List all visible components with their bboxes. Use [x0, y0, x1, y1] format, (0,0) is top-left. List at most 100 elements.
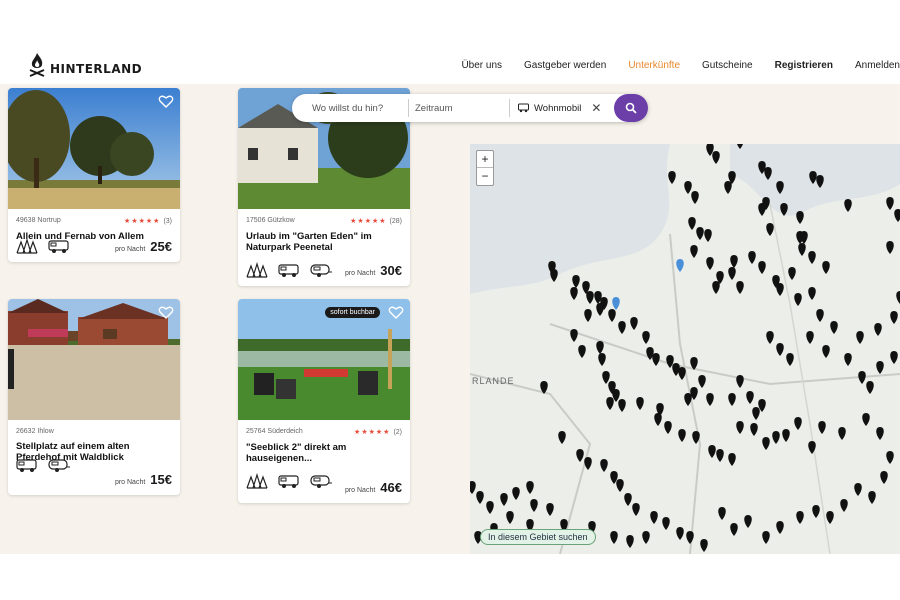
map-marker-icon[interactable]	[806, 331, 814, 344]
map-marker-icon[interactable]	[664, 421, 672, 434]
map-marker-icon[interactable]	[736, 281, 744, 294]
map-marker-icon[interactable]	[691, 191, 699, 204]
map-marker-icon[interactable]	[822, 345, 830, 358]
map-marker-icon[interactable]	[762, 437, 770, 450]
map-marker-icon[interactable]	[700, 539, 708, 552]
map-marker-icon[interactable]	[618, 321, 626, 334]
map-marker-icon[interactable]	[652, 353, 660, 366]
map-marker-icon[interactable]	[794, 417, 802, 430]
nav-login[interactable]: Anmelden	[855, 60, 900, 71]
map-marker-icon[interactable]	[576, 449, 584, 462]
map-marker-icon[interactable]	[886, 451, 894, 464]
nav-accommodations[interactable]: Unterkünfte	[628, 60, 680, 71]
map-marker-icon[interactable]	[584, 457, 592, 470]
map-marker-icon[interactable]	[890, 351, 898, 364]
map-marker-icon[interactable]	[704, 229, 712, 242]
zoom-in-button[interactable]: +	[477, 151, 493, 168]
map-marker-icon[interactable]	[728, 393, 736, 406]
map-marker-icon[interactable]	[776, 521, 784, 534]
map-marker-icon[interactable]	[550, 269, 558, 282]
map-marker-icon[interactable]	[780, 203, 788, 216]
map-marker-icon[interactable]	[730, 255, 738, 268]
map-marker-icon[interactable]	[558, 431, 566, 444]
listing-card[interactable]: sofort buchbar 25764 Süderdeich ★★★★★ (2)…	[238, 299, 410, 503]
map-marker-icon[interactable]	[688, 217, 696, 230]
map-marker-icon[interactable]	[586, 291, 594, 304]
map-marker-icon[interactable]	[744, 515, 752, 528]
listing-title[interactable]: Urlaub im "Garten Eden" im Naturpark Pee…	[238, 225, 410, 253]
map-marker-icon[interactable]	[809, 171, 817, 184]
map-marker-icon[interactable]	[762, 531, 770, 544]
map-marker-icon[interactable]	[526, 481, 534, 494]
map-view[interactable]: + − RLANDE In diesem Gebiet suchen	[470, 144, 900, 554]
map-marker-icon[interactable]	[728, 453, 736, 466]
map-marker-icon[interactable]	[470, 481, 476, 494]
map-marker-icon[interactable]	[476, 491, 484, 504]
map-marker-icon[interactable]	[728, 267, 736, 280]
map-marker-icon[interactable]	[798, 243, 806, 256]
map-marker-icon[interactable]	[724, 181, 732, 194]
map-marker-icon[interactable]	[530, 499, 538, 512]
listing-card[interactable]: 49638 Nortrup ★★★★★ (3) Allein und Fernab…	[8, 88, 180, 262]
map-marker-icon[interactable]	[642, 331, 650, 344]
map-marker-icon[interactable]	[684, 393, 692, 406]
map-marker-icon[interactable]	[632, 503, 640, 516]
map-marker-icon[interactable]	[512, 487, 520, 500]
map-marker-icon[interactable]	[712, 151, 720, 164]
map-marker-icon[interactable]	[596, 341, 604, 354]
map-marker-icon[interactable]	[830, 321, 838, 334]
map-marker-icon[interactable]	[692, 431, 700, 444]
listing-photo[interactable]	[8, 299, 180, 420]
map-marker-icon[interactable]	[708, 445, 716, 458]
map-marker-icon[interactable]	[772, 431, 780, 444]
selected-map-marker-icon[interactable]	[676, 259, 684, 272]
map-marker-icon[interactable]	[808, 441, 816, 454]
map-marker-icon[interactable]	[782, 429, 790, 442]
map-marker-icon[interactable]	[896, 291, 900, 304]
map-marker-icon[interactable]	[540, 381, 548, 394]
map-marker-icon[interactable]	[500, 493, 508, 506]
map-marker-icon[interactable]	[636, 397, 644, 410]
map-marker-icon[interactable]	[808, 287, 816, 300]
map-marker-icon[interactable]	[572, 275, 580, 288]
map-marker-icon[interactable]	[808, 251, 816, 264]
search-button[interactable]	[614, 94, 648, 122]
map-marker-icon[interactable]	[876, 427, 884, 440]
map-marker-icon[interactable]	[730, 523, 738, 536]
map-marker-icon[interactable]	[786, 353, 794, 366]
map-marker-icon[interactable]	[886, 241, 894, 254]
map-marker-icon[interactable]	[630, 317, 638, 330]
map-marker-icon[interactable]	[776, 181, 784, 194]
map-marker-icon[interactable]	[880, 471, 888, 484]
map-marker-icon[interactable]	[596, 303, 604, 316]
search-this-area-button[interactable]: In diesem Gebiet suchen	[480, 529, 596, 545]
map-marker-icon[interactable]	[822, 261, 830, 274]
listing-photo[interactable]	[8, 88, 180, 209]
selected-map-marker-icon[interactable]	[612, 297, 620, 310]
map-marker-icon[interactable]	[854, 483, 862, 496]
nav-vouchers[interactable]: Gutscheine	[702, 60, 753, 71]
map-marker-icon[interactable]	[758, 203, 766, 216]
map-marker-icon[interactable]	[712, 281, 720, 294]
map-marker-icon[interactable]	[816, 175, 824, 188]
map-marker-icon[interactable]	[584, 309, 592, 322]
logo[interactable]: HINTERLAND	[28, 52, 142, 78]
map-marker-icon[interactable]	[826, 511, 834, 524]
map-marker-icon[interactable]	[818, 421, 826, 434]
map-marker-icon[interactable]	[766, 331, 774, 344]
map-marker-icon[interactable]	[796, 511, 804, 524]
map-marker-icon[interactable]	[546, 503, 554, 516]
map-marker-icon[interactable]	[506, 511, 514, 524]
map-marker-icon[interactable]	[840, 499, 848, 512]
map-marker-icon[interactable]	[876, 361, 884, 374]
map-marker-icon[interactable]	[618, 399, 626, 412]
map-marker-icon[interactable]	[752, 407, 760, 420]
map-marker-icon[interactable]	[750, 423, 758, 436]
map-marker-icon[interactable]	[812, 505, 820, 518]
map-marker-icon[interactable]	[736, 421, 744, 434]
map-marker-icon[interactable]	[858, 371, 866, 384]
map-marker-icon[interactable]	[736, 144, 744, 149]
listing-photo[interactable]: sofort buchbar	[238, 299, 410, 420]
map-marker-icon[interactable]	[600, 459, 608, 472]
nav-about[interactable]: Über uns	[461, 60, 502, 71]
